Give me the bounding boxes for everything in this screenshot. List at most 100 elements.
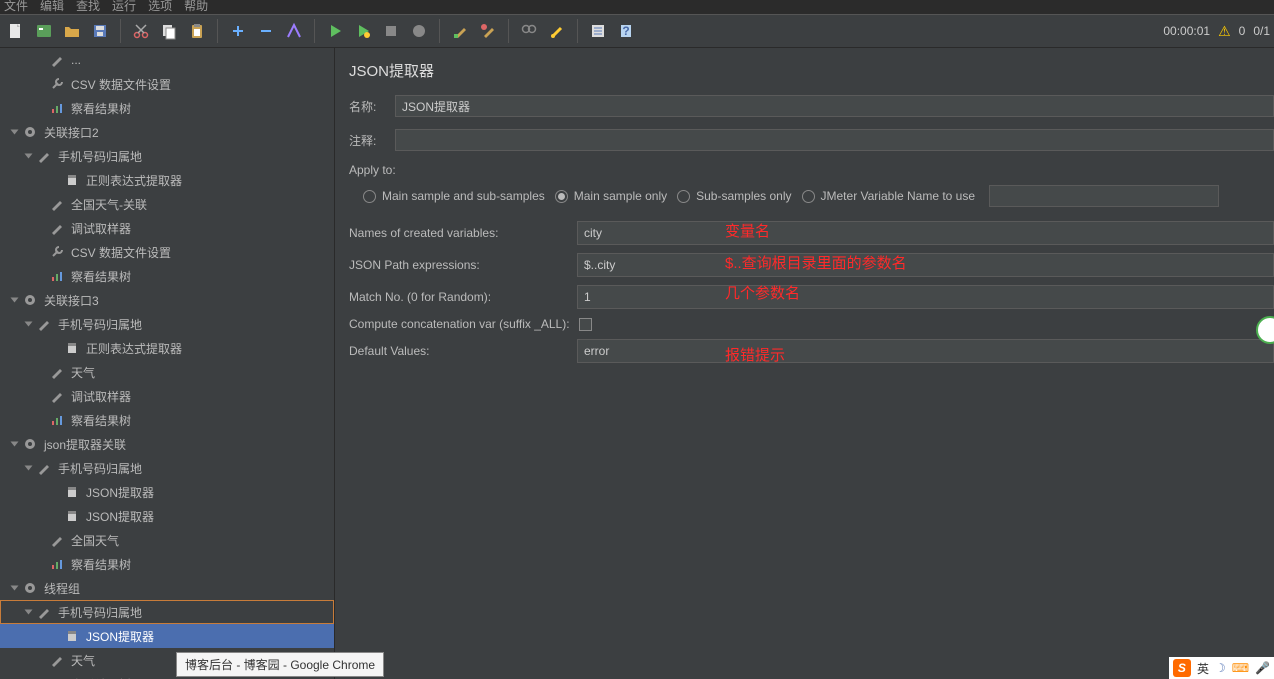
- doc-icon: [64, 628, 80, 644]
- tree-item[interactable]: 调试取样器: [0, 384, 334, 408]
- radio-sub-only[interactable]: Sub-samples only: [677, 189, 791, 203]
- chevron-icon[interactable]: [35, 54, 47, 66]
- search-icon[interactable]: [517, 19, 541, 43]
- clear-icon[interactable]: [448, 19, 472, 43]
- tree-item[interactable]: 手机号码归属地: [0, 600, 334, 624]
- tree-item[interactable]: 线程组: [0, 576, 334, 600]
- tree-item[interactable]: 关联接口3: [0, 288, 334, 312]
- tree-item[interactable]: 察看结果树: [0, 552, 334, 576]
- mic-icon[interactable]: 🎤: [1255, 661, 1270, 675]
- tree-item[interactable]: JSON提取器: [0, 624, 334, 648]
- reset-search-icon[interactable]: [545, 19, 569, 43]
- menu-item[interactable]: 查找: [76, 0, 100, 14]
- menu-item[interactable]: 运行: [112, 0, 136, 14]
- chevron-icon[interactable]: [35, 270, 47, 282]
- json-path-input[interactable]: [577, 253, 1274, 277]
- copy-icon[interactable]: [157, 19, 181, 43]
- warning-icon[interactable]: ⚠: [1218, 23, 1231, 40]
- sogou-icon[interactable]: S: [1173, 659, 1191, 677]
- comment-input[interactable]: [395, 129, 1274, 151]
- concat-checkbox[interactable]: [579, 318, 592, 331]
- menu-item[interactable]: 编辑: [40, 0, 64, 14]
- chevron-icon[interactable]: [35, 558, 47, 570]
- keyboard-icon[interactable]: ⌨: [1232, 661, 1249, 675]
- chevron-icon[interactable]: [22, 318, 34, 330]
- open-folder-icon[interactable]: [60, 19, 84, 43]
- tree-item[interactable]: JSON提取器: [0, 504, 334, 528]
- menu-item[interactable]: 文件: [4, 0, 28, 14]
- chevron-icon[interactable]: [35, 222, 47, 234]
- tree-item[interactable]: 察看结果树: [0, 264, 334, 288]
- chevron-icon[interactable]: [22, 150, 34, 162]
- moon-icon[interactable]: ☽: [1215, 661, 1226, 675]
- new-file-icon[interactable]: [4, 19, 28, 43]
- chevron-icon[interactable]: [35, 534, 47, 546]
- shutdown-icon[interactable]: [407, 19, 431, 43]
- tree-item[interactable]: 正则表达式提取器: [0, 168, 334, 192]
- test-plan-tree[interactable]: ...CSV 数据文件设置察看结果树关联接口2手机号码归属地正则表达式提取器全国…: [0, 48, 335, 679]
- jmeter-var-input[interactable]: [989, 185, 1219, 207]
- menu-item[interactable]: 帮助: [184, 0, 208, 14]
- tree-item[interactable]: 手机号码归属地: [0, 456, 334, 480]
- toggle-icon[interactable]: [282, 19, 306, 43]
- chevron-icon[interactable]: [50, 510, 62, 522]
- var-names-input[interactable]: [577, 221, 1274, 245]
- chevron-icon[interactable]: [35, 654, 47, 666]
- chevron-icon[interactable]: [22, 462, 34, 474]
- stop-icon[interactable]: [379, 19, 403, 43]
- templates-icon[interactable]: [32, 19, 56, 43]
- chevron-icon[interactable]: [8, 438, 20, 450]
- collapse-icon[interactable]: [254, 19, 278, 43]
- tree-item[interactable]: 手机号码归属地: [0, 312, 334, 336]
- tree-item[interactable]: CSV 数据文件设置: [0, 240, 334, 264]
- chevron-icon[interactable]: [50, 486, 62, 498]
- chevron-icon[interactable]: [50, 174, 62, 186]
- radio-main-sub[interactable]: Main sample and sub-samples: [363, 189, 545, 203]
- chevron-icon[interactable]: [35, 366, 47, 378]
- ime-bar[interactable]: S 英 ☽ ⌨ 🎤: [1169, 657, 1274, 679]
- chevron-icon[interactable]: [35, 102, 47, 114]
- tree-item[interactable]: 关联接口2: [0, 120, 334, 144]
- match-no-input[interactable]: [577, 285, 1274, 309]
- tree-item[interactable]: 全国天气-关联: [0, 192, 334, 216]
- radio-main-only[interactable]: Main sample only: [555, 189, 667, 203]
- chevron-icon[interactable]: [35, 414, 47, 426]
- help-icon[interactable]: ?: [614, 19, 638, 43]
- menu-item[interactable]: 选项: [148, 0, 172, 14]
- chevron-icon[interactable]: [35, 390, 47, 402]
- chevron-icon[interactable]: [35, 198, 47, 210]
- chevron-icon[interactable]: [8, 126, 20, 138]
- tree-item[interactable]: 察看结果树: [0, 408, 334, 432]
- tree-item[interactable]: 调试取样器: [0, 216, 334, 240]
- tree-item-label: 调试取样器: [71, 388, 131, 405]
- chevron-icon[interactable]: [35, 246, 47, 258]
- paste-icon[interactable]: [185, 19, 209, 43]
- tree-item[interactable]: CSV 数据文件设置: [0, 72, 334, 96]
- tree-item[interactable]: 天气: [0, 360, 334, 384]
- tree-item[interactable]: JSON提取器: [0, 480, 334, 504]
- name-input[interactable]: [395, 95, 1274, 117]
- start-icon[interactable]: [323, 19, 347, 43]
- radio-jmeter-var[interactable]: JMeter Variable Name to use: [802, 189, 976, 203]
- cut-icon[interactable]: [129, 19, 153, 43]
- function-helper-icon[interactable]: [586, 19, 610, 43]
- chevron-icon[interactable]: [50, 342, 62, 354]
- chevron-icon[interactable]: [35, 78, 47, 90]
- chevron-icon[interactable]: [50, 630, 62, 642]
- menubar[interactable]: 文件 编辑 查找 运行 选项 帮助: [0, 0, 1274, 14]
- tree-item[interactable]: 察看结果树: [0, 96, 334, 120]
- tree-item[interactable]: json提取器关联: [0, 432, 334, 456]
- expand-icon[interactable]: [226, 19, 250, 43]
- tree-item[interactable]: ...: [0, 48, 334, 72]
- tree-item[interactable]: 正则表达式提取器: [0, 336, 334, 360]
- chevron-icon[interactable]: [8, 582, 20, 594]
- tree-item[interactable]: 全国天气: [0, 528, 334, 552]
- clear-all-icon[interactable]: [476, 19, 500, 43]
- chevron-icon[interactable]: [22, 606, 34, 618]
- ime-lang[interactable]: 英: [1197, 660, 1209, 677]
- tree-item[interactable]: 手机号码归属地: [0, 144, 334, 168]
- start-no-pause-icon[interactable]: [351, 19, 375, 43]
- save-icon[interactable]: [88, 19, 112, 43]
- chevron-icon[interactable]: [8, 294, 20, 306]
- default-values-input[interactable]: [577, 339, 1274, 363]
